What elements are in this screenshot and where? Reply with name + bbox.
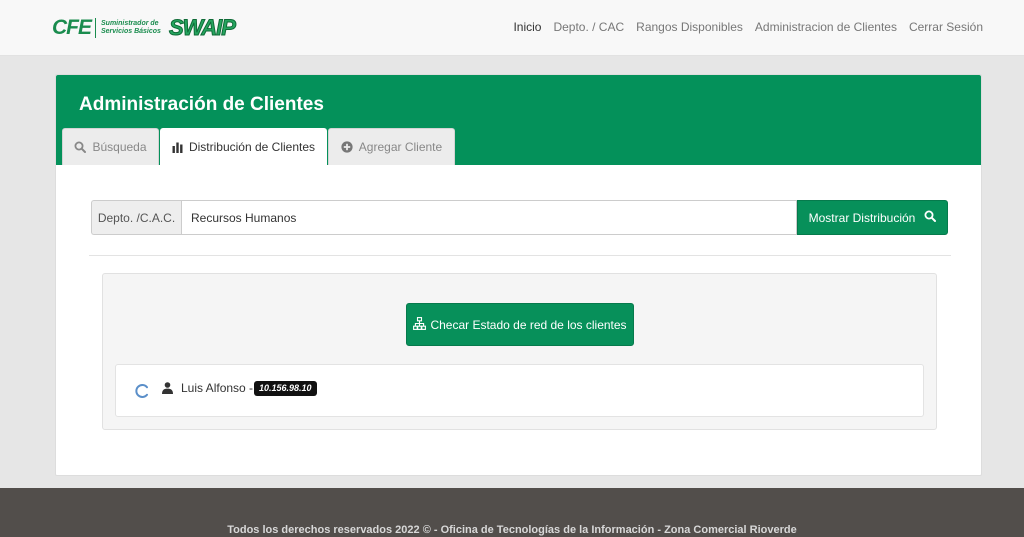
depto-cac-label: Depto. /C.A.C. bbox=[91, 200, 181, 235]
main-nav: Inicio Depto. / CAC Rangos Disponibles A… bbox=[513, 20, 983, 34]
brand-subtitle: Suministrador de Servicios Básicos bbox=[101, 20, 161, 36]
tab-agregar-cliente[interactable]: Agregar Cliente bbox=[328, 128, 455, 165]
client-name: Luis Alfonso - bbox=[181, 381, 254, 395]
client-list-item: Luis Alfonso - 10.156.98.10 bbox=[115, 364, 924, 417]
button-label: Checar Estado de red de los clientes bbox=[430, 317, 627, 332]
section-divider bbox=[89, 255, 951, 256]
tab-busqueda[interactable]: Búsqueda bbox=[62, 128, 159, 165]
distribution-well: Checar Estado de red de los clientes Lui… bbox=[102, 273, 937, 430]
panel-header: Administración de Clientes Búsqueda Dist… bbox=[56, 75, 981, 165]
ip-badge: 10.156.98.10 bbox=[254, 381, 317, 396]
page-footer: Todos los derechos reservados 2022 © - O… bbox=[0, 488, 1024, 537]
nav-rangos-disponibles[interactable]: Rangos Disponibles bbox=[636, 20, 743, 34]
depto-cac-input[interactable] bbox=[181, 200, 797, 235]
search-icon bbox=[74, 141, 87, 153]
tab-label: Distribución de Clientes bbox=[188, 140, 316, 154]
nav-inicio[interactable]: Inicio bbox=[513, 20, 541, 34]
footer-copyright: Todos los derechos reservados 2022 © - O… bbox=[227, 524, 797, 536]
nav-administracion-clientes[interactable]: Administracion de Clientes bbox=[755, 20, 897, 34]
brand-separator bbox=[95, 18, 96, 38]
tab-label: Agregar Cliente bbox=[358, 140, 443, 154]
checar-estado-red-button[interactable]: Checar Estado de red de los clientes bbox=[406, 303, 634, 346]
search-icon bbox=[924, 210, 937, 225]
brand-logo[interactable]: CFE Suministrador de Servicios Básicos S… bbox=[52, 15, 237, 41]
top-navbar: CFE Suministrador de Servicios Básicos S… bbox=[0, 0, 1024, 56]
panel-tabs: Búsqueda Distribución de Clientes Agrega… bbox=[62, 128, 456, 165]
bar-chart-icon bbox=[172, 142, 183, 153]
user-icon bbox=[162, 381, 173, 399]
cfe-logo: CFE bbox=[52, 16, 92, 39]
plus-circle-icon bbox=[341, 141, 353, 153]
tab-distribucion-clientes[interactable]: Distribución de Clientes bbox=[160, 128, 327, 165]
mostrar-distribucion-button[interactable]: Mostrar Distribución bbox=[797, 200, 948, 235]
nav-cerrar-sesion[interactable]: Cerrar Sesión bbox=[909, 20, 983, 34]
depto-search-group: Depto. /C.A.C. Mostrar Distribución bbox=[91, 200, 948, 235]
nav-depto-cac[interactable]: Depto. / CAC bbox=[553, 20, 624, 34]
tab-label: Búsqueda bbox=[92, 140, 147, 154]
page-title: Administración de Clientes bbox=[79, 94, 324, 115]
button-label: Mostrar Distribución bbox=[808, 210, 916, 225]
spinner-icon bbox=[135, 384, 149, 398]
swaip-logo: SWAIP bbox=[169, 15, 237, 41]
network-icon bbox=[413, 316, 427, 333]
admin-clientes-panel: Administración de Clientes Búsqueda Dist… bbox=[55, 74, 982, 476]
brand-subtitle-line2: Servicios Básicos bbox=[101, 28, 161, 35]
brand-subtitle-line1: Suministrador de bbox=[101, 20, 159, 27]
